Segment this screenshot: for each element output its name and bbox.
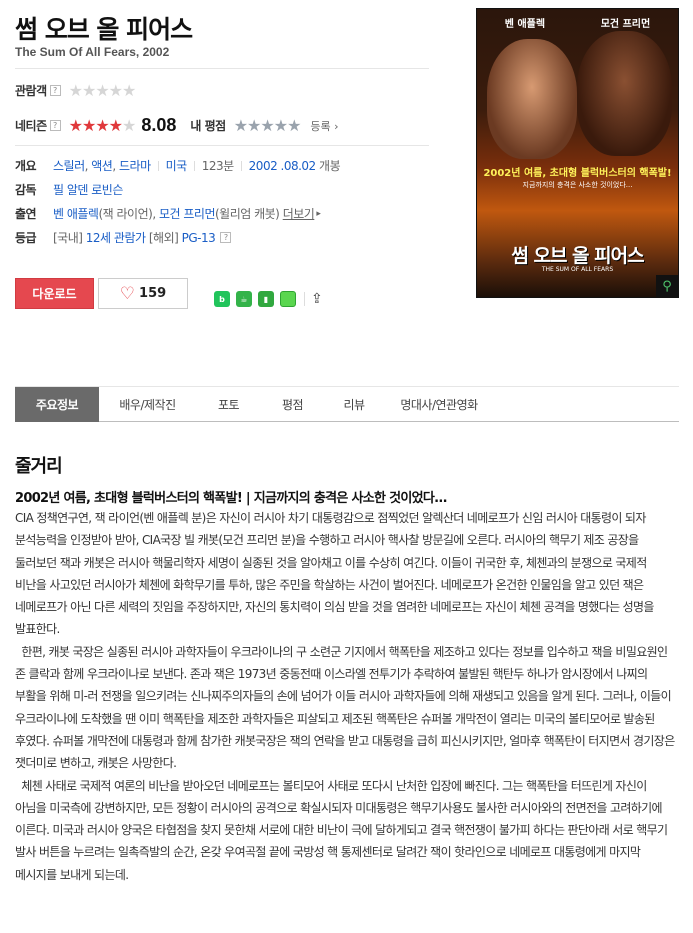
star-icon: ★ xyxy=(122,115,137,135)
tab-main-info[interactable]: 주요정보 xyxy=(15,387,99,422)
star-icon: ★ xyxy=(108,80,123,100)
poster-face-right xyxy=(577,31,672,156)
naver-bookmark-share-icon[interactable]: ▮ xyxy=(258,291,274,307)
tab-review[interactable]: 리뷰 xyxy=(324,387,384,422)
plot-heading: 줄거리 xyxy=(15,456,63,477)
more-link[interactable]: 더보기 xyxy=(283,205,315,222)
register-link[interactable]: 등록 › xyxy=(310,118,338,134)
like-button[interactable]: ♡ 159 xyxy=(98,278,188,309)
grade-domestic-link[interactable]: 12세 관람가 xyxy=(86,229,146,246)
director-row: 감독 필 알덴 로빈슨 xyxy=(15,181,123,198)
separator xyxy=(240,160,242,171)
star-icon: ★ xyxy=(81,80,97,100)
grade-label: 등급 xyxy=(15,231,37,245)
plot-paragraph: 체첸 사태로 국제적 여론의 비난을 받아오던 네메로프는 볼티모어 사태로 또… xyxy=(15,778,671,882)
genre-link[interactable]: 스릴러 xyxy=(53,157,85,174)
movie-poster[interactable]: 벤 애플렉 모건 프리먼 2002년 여름, 초대형 블럭버스터의 핵폭발! 지… xyxy=(476,8,679,298)
poster-tagline-sub: 지금까지의 충격은 사소한 것이었다... xyxy=(522,181,633,189)
audience-label: 관람객 xyxy=(15,84,47,98)
separator xyxy=(157,160,159,171)
plot-tagline: 2002년 여름, 초대형 블럭버스터의 핵폭발! | 지금까지의 충격은 사소… xyxy=(15,491,448,506)
help-icon[interactable]: ? xyxy=(220,232,232,243)
star-icon[interactable]: ★ xyxy=(234,117,248,134)
cast-row: 출연 벤 애플렉 (잭 라이언), 모건 프리먼 (윌리엄 캐봇) 더보기 ▸ xyxy=(15,205,321,222)
divider xyxy=(15,68,429,69)
cast-label: 출연 xyxy=(15,207,37,221)
cast-link[interactable]: 모건 프리먼 xyxy=(159,205,216,222)
movie-original-title: The Sum Of All Fears, 2002 xyxy=(15,45,170,59)
poster-actor-left: 벤 애플렉 xyxy=(504,19,546,30)
poster-title: 썸 오브 올 피어스 xyxy=(511,245,644,267)
tab-bar: 주요정보 배우/제작진 포토 평점 리뷰 명대사/연관영화 xyxy=(15,386,679,422)
tab-quotes-related[interactable]: 명대사/연관영화 xyxy=(384,387,494,422)
movie-title: 썸 오브 올 피어스 xyxy=(15,15,193,44)
star-icon[interactable]: ★ xyxy=(287,117,301,134)
release-suffix: 개봉 xyxy=(319,159,341,173)
tab-cast-crew[interactable]: 배우/제작진 xyxy=(99,387,196,422)
grade-overseas-link[interactable]: PG-13 xyxy=(182,231,216,245)
release-date-link[interactable]: 2002 .08.02 xyxy=(249,159,317,173)
grade-overseas-prefix: [해외] xyxy=(148,231,179,245)
overview-row: 개요 스릴러, 액션, 드라마 미국 123분 2002 .08.02 개봉 xyxy=(15,157,341,174)
help-icon[interactable]: ? xyxy=(49,85,61,96)
help-icon[interactable]: ? xyxy=(49,120,61,131)
like-count: 159 xyxy=(139,286,167,301)
star-icon: ★ xyxy=(68,115,83,135)
country-link[interactable]: 미국 xyxy=(166,157,188,174)
poster-face-left xyxy=(487,39,577,159)
cast-role: (윌리엄 캐봇) xyxy=(214,207,280,221)
netizen-score: 8.08 xyxy=(141,115,177,135)
separator xyxy=(304,292,305,306)
genre-link[interactable]: 드라마 xyxy=(119,157,151,174)
share-icon[interactable]: ⇪ xyxy=(311,291,323,307)
plot-paragraph: 한편, 캐봇 국장은 실종된 러시아 과학자들이 우크라이나의 구 소련군 기지… xyxy=(15,644,678,771)
naver-cafe-share-icon[interactable]: ☕ xyxy=(236,291,252,307)
genre-link[interactable]: 액션 xyxy=(91,157,113,174)
director-label: 감독 xyxy=(15,183,37,197)
director-link[interactable]: 필 알덴 로빈슨 xyxy=(53,181,123,198)
zoom-icon[interactable]: ⚲ xyxy=(656,275,678,297)
register-label[interactable]: 등록 xyxy=(310,120,330,133)
divider xyxy=(15,145,429,146)
my-rating-label: 내 평점 xyxy=(190,119,226,133)
plot-paragraph: CIA 정책연구연, 잭 라이언(벤 애플렉 분)은 자신이 러시아 차기 대통… xyxy=(15,511,654,637)
caret-right-icon: ▸ xyxy=(316,208,321,219)
star-icon: ★ xyxy=(108,115,123,135)
cast-role: (잭 라이언) xyxy=(98,207,153,221)
star-icon: ★ xyxy=(81,115,97,135)
audience-stars: ★ ★ ★ ★ ★ xyxy=(68,80,137,100)
poster-actor-right: 모건 프리먼 xyxy=(600,19,651,30)
heart-icon: ♡ xyxy=(119,283,136,304)
cast-link[interactable]: 벤 애플렉 xyxy=(53,205,99,222)
tab-rating[interactable]: 평점 xyxy=(261,387,324,422)
netizen-label: 네티즌 xyxy=(15,119,47,133)
chevron-right-icon: › xyxy=(334,119,339,133)
separator xyxy=(193,160,195,171)
poster-tagline: 2002년 여름, 초대형 블럭버스터의 핵폭발! xyxy=(483,168,672,179)
star-icon[interactable]: ★ xyxy=(260,117,274,134)
share-bar: b ☕ ▮ ⇪ xyxy=(214,291,323,307)
star-icon: ★ xyxy=(95,115,110,135)
netizen-rating-row: 네티즌 ? ★ ★ ★ ★ ★ 8.08 내 평점 ★ ★ ★ ★ ★ 등록 › xyxy=(15,115,339,136)
star-icon: ★ xyxy=(95,80,110,100)
tab-photo[interactable]: 포토 xyxy=(196,387,261,422)
download-button[interactable]: 다운로드 xyxy=(15,278,94,309)
audience-rating-row: 관람객 ? ★ ★ ★ ★ ★ xyxy=(15,80,137,100)
naver-blog-share-icon[interactable]: b xyxy=(214,291,230,307)
netizen-stars: ★ ★ ★ ★ ★ xyxy=(68,115,137,135)
grade-row: 등급 [국내] 12세 관람가 [해외] PG-13 ? xyxy=(15,229,232,246)
grade-domestic-prefix: [국내] xyxy=(53,231,83,245)
plot-text: CIA 정책연구연, 잭 라이언(벤 애플렉 분)은 자신이 러시아 차기 대통… xyxy=(15,507,679,886)
poster-title-en: THE SUM OF ALL FEARS xyxy=(541,266,614,273)
star-icon: ★ xyxy=(122,80,137,100)
overview-label: 개요 xyxy=(15,159,37,173)
runtime: 123분 xyxy=(201,159,234,173)
poster-actors: 벤 애플렉 모건 프리먼 xyxy=(477,15,678,30)
star-icon[interactable]: ★ xyxy=(274,117,288,134)
my-rating-stars[interactable]: ★ ★ ★ ★ ★ xyxy=(234,117,302,134)
memo-share-icon[interactable] xyxy=(280,291,296,307)
star-icon[interactable]: ★ xyxy=(247,117,261,134)
star-icon: ★ xyxy=(68,80,83,100)
